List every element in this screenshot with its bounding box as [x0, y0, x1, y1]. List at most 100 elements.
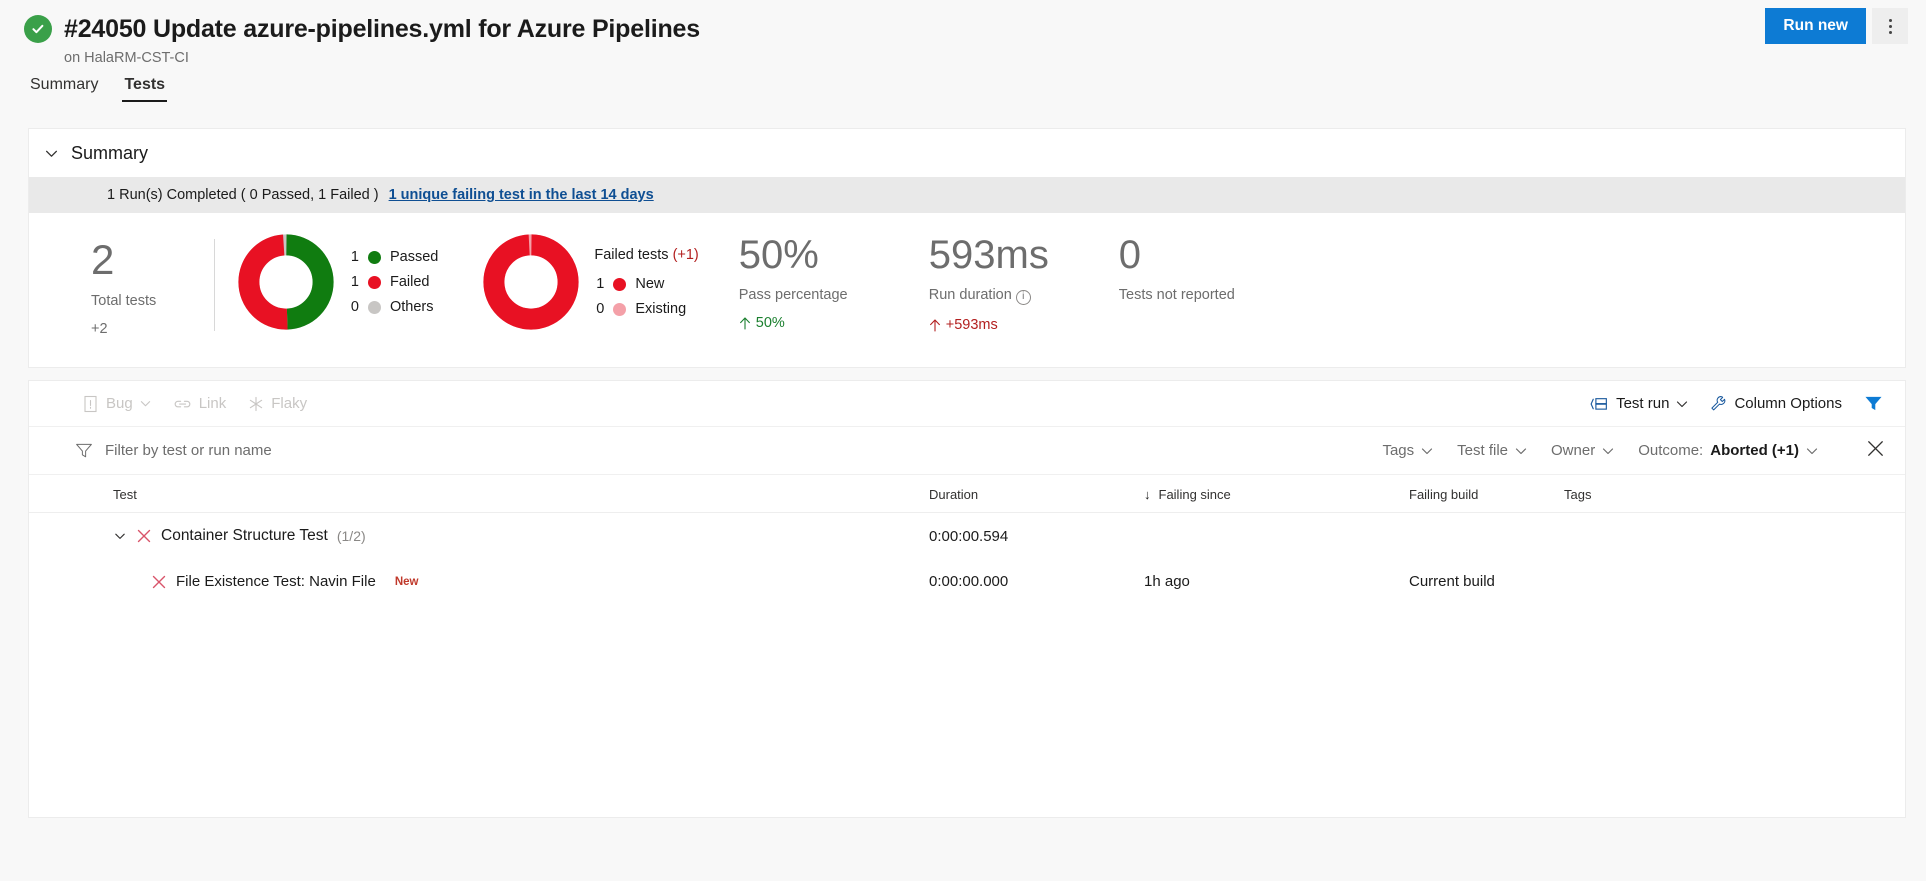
- cell-duration: 0:00:00.594: [929, 513, 1144, 560]
- status-badge: New: [395, 576, 419, 588]
- column-options-button[interactable]: Column Options: [1710, 395, 1842, 412]
- cell-tags: [1564, 559, 1905, 604]
- bug-document-icon: [83, 395, 99, 413]
- chevron-down-icon: [1515, 445, 1527, 457]
- toolbar-left-group: Bug Link Flaky: [83, 395, 307, 413]
- arrow-up-icon: [739, 316, 751, 330]
- filter-pill-outcome[interactable]: Outcome: Aborted (+1): [1638, 442, 1818, 459]
- failed-donut-svg: [482, 233, 580, 331]
- test-group-count: (1/2): [337, 528, 366, 544]
- filter-toggle-button[interactable]: [1864, 395, 1883, 412]
- search-input[interactable]: [103, 441, 423, 460]
- dot: [1889, 25, 1892, 28]
- more-options-button[interactable]: [1872, 8, 1908, 44]
- test-group-row: Container Structure Test (1/2): [113, 527, 929, 545]
- dot: [1889, 31, 1892, 34]
- flaky-button[interactable]: Flaky: [248, 395, 307, 412]
- clear-filters-button[interactable]: [1866, 439, 1885, 463]
- summary-card: Summary 1 Run(s) Completed ( 0 Passed, 1…: [28, 128, 1906, 368]
- legend-item-new: 1 New: [594, 276, 698, 292]
- failed-tests-donut-chart: Failed tests (+1) 1 New 0 Existing: [482, 233, 698, 331]
- metric-tests-not-reported: 0 Tests not reported: [1119, 233, 1269, 303]
- cell-test: Container Structure Test (1/2): [29, 513, 929, 560]
- filter-bar: Tags Test file Owner Outcome: Aborted (+…: [29, 427, 1905, 475]
- bug-button[interactable]: Bug: [83, 395, 151, 413]
- toolbar-right-group: Test run Column Options: [1590, 395, 1883, 412]
- summary-title: Summary: [71, 143, 148, 164]
- link-label: Link: [199, 395, 227, 412]
- filter-pills: Tags Test file Owner Outcome: Aborted (+…: [1382, 439, 1885, 463]
- table-row[interactable]: File Existence Test: Navin File New 0:00…: [29, 559, 1905, 604]
- legend-label: Failed: [390, 274, 430, 290]
- chevron-down-icon: [140, 398, 151, 409]
- test-case-name: File Existence Test: Navin File: [176, 573, 376, 590]
- trend-value: 50%: [756, 315, 785, 331]
- check-circle-icon: [24, 15, 52, 43]
- run-duration-label: Run duration i: [929, 287, 1079, 305]
- tests-not-reported-value: 0: [1119, 235, 1269, 275]
- info-icon[interactable]: i: [1016, 290, 1031, 305]
- legend-label: New: [635, 276, 664, 292]
- header-actions: Run new: [1765, 8, 1908, 44]
- results-table-body: Container Structure Test (1/2) 0:00:00.5…: [29, 513, 1905, 605]
- cell-test: File Existence Test: Navin File New: [29, 559, 929, 604]
- run-duration-value: 593ms: [929, 235, 1079, 275]
- column-header-test[interactable]: Test: [29, 475, 929, 513]
- cell-failing-since: 1h ago: [1144, 559, 1409, 604]
- column-header-failing-since[interactable]: ↓Failing since: [1144, 475, 1409, 513]
- pill-label: Tags: [1382, 442, 1414, 459]
- filter-input-wrapper[interactable]: [75, 441, 1382, 460]
- tab-summary[interactable]: Summary: [22, 72, 106, 104]
- filter-funnel-icon: [75, 442, 93, 459]
- chevron-down-icon: [1676, 398, 1688, 410]
- column-header-tags[interactable]: Tags: [1564, 475, 1905, 513]
- run-new-button[interactable]: Run new: [1765, 8, 1866, 44]
- metric-total-tests: 2 Total tests +2: [29, 233, 214, 337]
- tab-tests[interactable]: Tests: [116, 72, 173, 104]
- link-button[interactable]: Link: [173, 395, 227, 412]
- column-header-failing-build[interactable]: Failing build: [1409, 475, 1564, 513]
- chevron-down-icon[interactable]: [113, 530, 127, 542]
- failed-x-icon: [151, 574, 167, 590]
- failed-legend-title-text: Failed tests: [594, 247, 668, 263]
- metric-run-duration: 593ms Run duration i +593ms: [929, 233, 1079, 333]
- cell-tags: [1564, 513, 1905, 560]
- results-table-head: Test Duration ↓Failing since Failing bui…: [29, 475, 1905, 513]
- failed-legend-delta: (+1): [673, 247, 699, 263]
- column-header-duration[interactable]: Duration: [929, 475, 1144, 513]
- failed-dot-icon: [368, 276, 381, 289]
- legend-item-passed: 1 Passed: [349, 249, 438, 265]
- page-header: #24050 Update azure-pipelines.yml for Az…: [0, 0, 1926, 72]
- chevron-down-icon[interactable]: [41, 143, 61, 163]
- test-case-row: File Existence Test: Navin File New: [113, 573, 929, 590]
- legend-count: 0: [594, 301, 604, 317]
- dot: [1889, 19, 1892, 22]
- results-table: Test Duration ↓Failing since Failing bui…: [29, 475, 1905, 604]
- wrench-icon: [1710, 395, 1727, 412]
- divider: [214, 239, 215, 331]
- total-tests-value: 2: [91, 239, 214, 281]
- page-title: #24050 Update azure-pipelines.yml for Az…: [64, 15, 700, 44]
- table-row[interactable]: Container Structure Test (1/2) 0:00:00.5…: [29, 513, 1905, 560]
- outcome-donut-svg: [237, 233, 335, 331]
- filter-pill-tags[interactable]: Tags: [1382, 442, 1433, 459]
- trend-value: +593ms: [946, 317, 998, 333]
- chevron-down-icon: [1421, 445, 1433, 457]
- flaky-label: Flaky: [271, 395, 307, 412]
- title-row: #24050 Update azure-pipelines.yml for Az…: [0, 10, 1926, 48]
- cell-failing-since: [1144, 513, 1409, 560]
- results-card: Bug Link Flaky: [28, 380, 1906, 818]
- metrics-row: 2 Total tests +2 1 Passed 1 F: [29, 213, 1905, 367]
- filter-pill-test-file[interactable]: Test file: [1457, 442, 1527, 459]
- run-duration-label-text: Run duration: [929, 287, 1012, 303]
- legend-label: Passed: [390, 249, 438, 265]
- filter-pill-owner[interactable]: Owner: [1551, 442, 1614, 459]
- legend-count: 1: [349, 249, 359, 265]
- flaky-snowflake-icon: [248, 396, 264, 412]
- summary-header[interactable]: Summary: [29, 129, 1905, 177]
- unique-failing-tests-link[interactable]: 1 unique failing test in the last 14 day…: [389, 187, 654, 203]
- test-run-groupby-button[interactable]: Test run: [1590, 395, 1688, 412]
- bug-label: Bug: [106, 395, 133, 412]
- pass-percentage-trend: 50%: [739, 315, 889, 331]
- outcome-donut-chart: 1 Passed 1 Failed 0 Others: [237, 233, 438, 331]
